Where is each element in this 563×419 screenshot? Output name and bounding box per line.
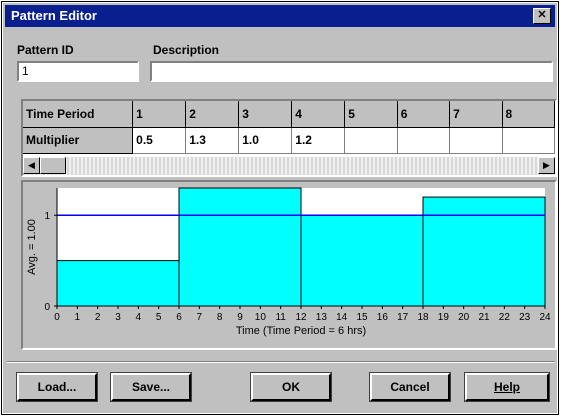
- x-tick-label: 2: [95, 312, 101, 323]
- x-axis-label: Time (Time Period = 6 hrs): [236, 325, 366, 337]
- multiplier-cell[interactable]: 1.2: [291, 127, 346, 154]
- multiplier-cell[interactable]: 1.0: [238, 127, 293, 154]
- x-tick-label: 7: [197, 312, 203, 323]
- cancel-button[interactable]: Cancel: [369, 372, 451, 402]
- x-tick-label: 22: [499, 312, 511, 323]
- horizontal-scrollbar[interactable]: ◀ ▶: [23, 157, 555, 175]
- period-cell: 5: [344, 101, 398, 128]
- title-bar: Pattern Editor ✕: [5, 5, 555, 27]
- pattern-editor-dialog: Pattern Editor ✕ Pattern ID Description …: [1, 1, 559, 415]
- multiplier-cell[interactable]: [449, 127, 503, 154]
- bar: [56, 260, 180, 307]
- period-cell: 1: [132, 101, 187, 128]
- bar: [178, 187, 302, 307]
- description-label: Description: [153, 43, 220, 57]
- scroll-right-icon[interactable]: ▶: [538, 157, 555, 174]
- pattern-table: Time Period 1 2 3 4 5 6 7 8 Multiplier 0…: [23, 101, 555, 154]
- x-tick-label: 11: [275, 312, 286, 323]
- period-cell: 4: [291, 101, 346, 128]
- x-tick-label: 4: [136, 312, 142, 323]
- load-button[interactable]: Load...: [16, 372, 98, 402]
- x-tick-label: 21: [478, 312, 490, 323]
- pattern-id-field[interactable]: 1: [17, 61, 139, 82]
- multiplier-cell[interactable]: [397, 127, 451, 154]
- bar: [300, 214, 424, 307]
- ok-button[interactable]: OK: [250, 372, 332, 402]
- x-tick-label: 3: [115, 312, 121, 323]
- x-tick-label: 19: [438, 312, 450, 323]
- bar: [422, 196, 546, 307]
- x-tick-label: 20: [458, 312, 470, 323]
- x-tick-label: 24: [539, 312, 551, 323]
- y-axis-label: Avg. = 1.00: [26, 219, 38, 275]
- pattern-chart: 0 1 2 3 4 5 6 7 8 9 10 11 12 13 14 15 16 17 18 19 20 21 22 23 24…: [26, 187, 551, 337]
- scroll-left-icon[interactable]: ◀: [23, 157, 40, 174]
- x-tick-label: 16: [377, 312, 389, 323]
- time-period-row: Time Period 1 2 3 4 5 6 7 8: [23, 101, 555, 128]
- close-icon[interactable]: ✕: [533, 8, 551, 24]
- y-tick-label: 1: [44, 211, 50, 222]
- x-tick-label: 5: [156, 312, 162, 323]
- scroll-thumb[interactable]: [40, 157, 66, 174]
- period-cell: 7: [449, 101, 503, 128]
- x-tick-label: 18: [417, 312, 429, 323]
- y-tick-label: 0: [44, 302, 50, 313]
- x-tick-label: 12: [295, 312, 307, 323]
- x-tick-label: 0: [54, 312, 60, 323]
- multiplier-row: Multiplier 0.5 1.3 1.0 1.2: [23, 127, 555, 154]
- pattern-id-label: Pattern ID: [17, 43, 74, 57]
- save-button[interactable]: Save...: [110, 372, 192, 402]
- multiplier-header: Multiplier: [23, 127, 134, 154]
- multiplier-cell[interactable]: 1.3: [185, 127, 240, 154]
- x-tick-label: 15: [356, 312, 368, 323]
- period-cell: 3: [238, 101, 293, 128]
- x-tick-label: 10: [255, 312, 267, 323]
- x-tick-label: 23: [519, 312, 531, 323]
- x-tick-label: 17: [397, 312, 409, 323]
- x-tick-label: 9: [237, 312, 243, 323]
- multiplier-cell[interactable]: [502, 127, 555, 154]
- button-separator: [7, 361, 555, 363]
- description-field[interactable]: [150, 61, 553, 82]
- period-cell: 8: [502, 101, 555, 128]
- x-tick-label: 8: [217, 312, 223, 323]
- x-tick-label: 14: [336, 312, 348, 323]
- window-title: Pattern Editor: [11, 8, 97, 23]
- help-button[interactable]: Help: [464, 372, 550, 402]
- pattern-grid: Time Period 1 2 3 4 5 6 7 8 Multiplier 0…: [21, 99, 557, 177]
- pattern-chart-panel: 0 1 2 3 4 5 6 7 8 9 10 11 12 13 14 15 16 17 18 19 20 21 22 23 24…: [21, 180, 557, 350]
- multiplier-cell[interactable]: [344, 127, 398, 154]
- time-period-header: Time Period: [23, 101, 134, 128]
- x-tick-label: 1: [75, 312, 81, 323]
- multiplier-cell[interactable]: 0.5: [132, 127, 187, 154]
- period-cell: 2: [185, 101, 240, 128]
- x-tick-label: 6: [176, 312, 182, 323]
- period-cell: 6: [397, 101, 451, 128]
- x-tick-label: 13: [316, 312, 328, 323]
